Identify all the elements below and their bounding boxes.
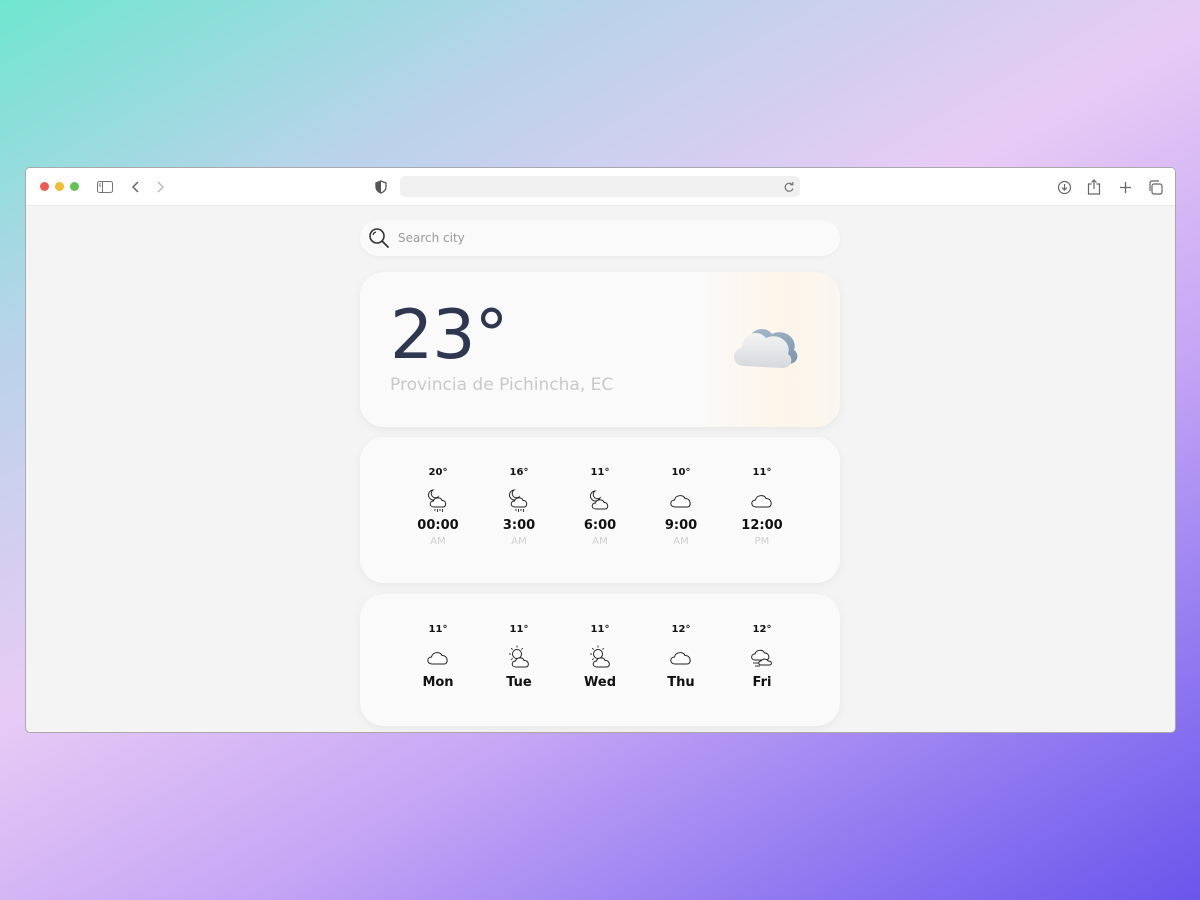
hourly-item: 10° 9:00 AM — [659, 467, 703, 547]
downloads-icon[interactable] — [1055, 178, 1073, 196]
tab-overview-icon[interactable] — [1146, 178, 1164, 196]
browser-toolbar — [26, 168, 1175, 206]
hourly-time: 6:00 — [583, 518, 617, 533]
daily-item: 11° Tue — [497, 624, 541, 690]
cloud-icon — [668, 486, 694, 514]
hourly-temp: 11° — [752, 467, 772, 478]
daily-day: Fri — [752, 675, 772, 690]
hourly-temp: 20° — [428, 467, 448, 478]
fog-cloud-icon — [749, 643, 775, 671]
cloud-icon — [425, 643, 451, 671]
search-bar[interactable] — [360, 220, 840, 256]
night-rain-icon — [425, 486, 451, 514]
sun-cloud-icon — [506, 643, 532, 671]
hourly-item: 20° 00:00 AM — [416, 467, 460, 547]
back-icon[interactable] — [127, 178, 145, 196]
daily-item: 12° Fri — [740, 624, 784, 690]
night-cloud-icon — [587, 486, 613, 514]
current-temperature: 23° — [390, 296, 509, 375]
daily-temp: 12° — [752, 624, 772, 635]
hourly-period: AM — [592, 536, 608, 547]
hourly-temp: 10° — [671, 467, 691, 478]
address-bar[interactable] — [400, 176, 800, 197]
hourly-time: 12:00 — [741, 518, 783, 533]
current-weather-card: 23° Provincia de Pichincha, EC — [360, 272, 840, 427]
hourly-temp: 11° — [590, 467, 610, 478]
daily-item: 11° Mon — [416, 624, 460, 690]
browser-window: 23° Provincia de Pichincha, EC — [25, 167, 1176, 733]
hourly-period: AM — [430, 536, 446, 547]
hourly-forecast-list: 20° 00:00 AM 16° 3:00 AM 11° 6:00 AM 10°… — [416, 467, 784, 547]
maximize-window-button[interactable] — [70, 182, 79, 191]
privacy-shield-icon[interactable] — [372, 178, 390, 196]
sidebar-toggle-icon[interactable] — [96, 178, 114, 196]
hourly-time: 00:00 — [417, 518, 459, 533]
hourly-period: PM — [754, 536, 770, 547]
night-rain-icon — [506, 486, 532, 514]
hourly-time: 9:00 — [664, 518, 698, 533]
reload-icon[interactable] — [783, 179, 795, 198]
minimize-window-button[interactable] — [55, 182, 64, 191]
new-tab-icon[interactable] — [1116, 178, 1134, 196]
daily-item: 12° Thu — [659, 624, 703, 690]
cloud-icon — [728, 316, 800, 376]
daily-day: Wed — [584, 675, 616, 690]
hourly-item: 11° 6:00 AM — [578, 467, 622, 547]
daily-day: Mon — [422, 675, 454, 690]
daily-day: Tue — [506, 675, 532, 690]
page-content: 23° Provincia de Pichincha, EC — [26, 206, 1175, 732]
daily-temp: 12° — [671, 624, 691, 635]
current-location: Provincia de Pichincha, EC — [390, 375, 614, 395]
close-window-button[interactable] — [40, 182, 49, 191]
daily-item: 11° Wed — [578, 624, 622, 690]
forward-icon[interactable] — [151, 178, 169, 196]
daily-temp: 11° — [428, 624, 448, 635]
daily-temp: 11° — [590, 624, 610, 635]
hourly-forecast-card: 20° 00:00 AM 16° 3:00 AM 11° 6:00 AM 10°… — [360, 437, 840, 583]
cloud-icon — [668, 643, 694, 671]
search-icon[interactable] — [368, 227, 390, 253]
sun-cloud-icon — [587, 643, 613, 671]
daily-forecast-list: 11° Mon 11° Tue 11° Wed 12° Thu 12° Fri — [416, 624, 784, 690]
hourly-temp: 16° — [509, 467, 529, 478]
hourly-time: 3:00 — [502, 518, 536, 533]
hourly-item: 16° 3:00 AM — [497, 467, 541, 547]
daily-day: Thu — [667, 675, 695, 690]
hourly-period: AM — [511, 536, 527, 547]
hourly-period: AM — [673, 536, 689, 547]
daily-forecast-card: 11° Mon 11° Tue 11° Wed 12° Thu 12° Fri — [360, 594, 840, 726]
search-input[interactable] — [398, 228, 818, 248]
cloud-icon — [749, 486, 775, 514]
daily-temp: 11° — [509, 624, 529, 635]
hourly-item: 11° 12:00 PM — [740, 467, 784, 547]
share-icon[interactable] — [1085, 178, 1103, 196]
